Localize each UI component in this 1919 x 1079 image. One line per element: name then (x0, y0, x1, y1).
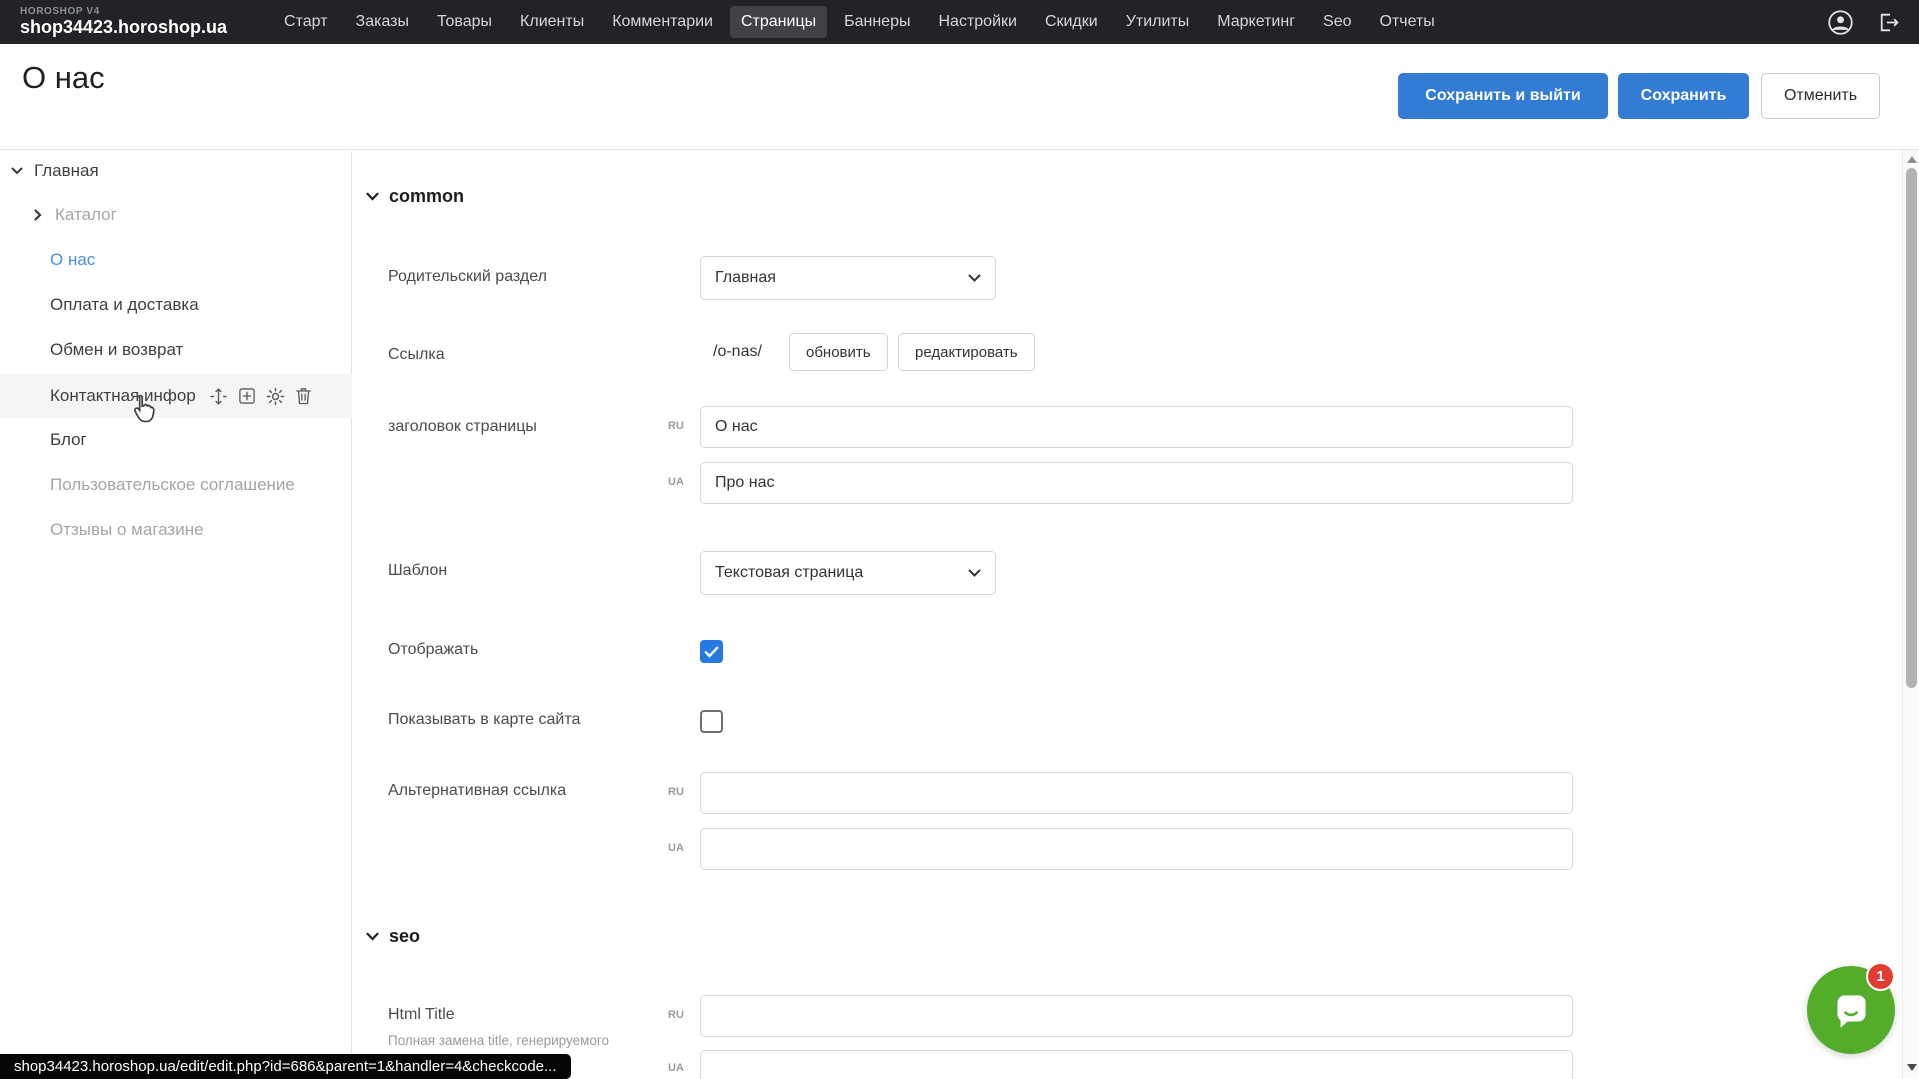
html-title-input-ru[interactable] (700, 995, 1573, 1037)
chevron-down-icon[interactable] (9, 167, 25, 175)
sidebar-item-label: О нас (50, 250, 95, 270)
page-title: О нас (22, 60, 105, 96)
sidebar-item-about[interactable]: О нас (0, 238, 352, 282)
save-and-exit-button[interactable]: Сохранить и выйти (1398, 73, 1608, 119)
sidebar-item-home[interactable]: Главная (0, 149, 352, 193)
page-title-label: заголовок страницы (388, 418, 537, 436)
add-subpage-icon[interactable] (237, 386, 257, 406)
top-nav-bar: HOROSHOP V4 shop34423.horoshop.ua Старт … (0, 0, 1919, 44)
check-icon (704, 646, 719, 658)
save-button[interactable]: Сохранить (1618, 73, 1749, 119)
link-update-button[interactable]: обновить (789, 333, 888, 371)
chevron-down-icon (366, 932, 379, 941)
user-account-icon[interactable] (1827, 9, 1854, 36)
html-title-label: Html Title (388, 1006, 455, 1024)
template-label: Шаблон (388, 562, 447, 580)
chat-unread-badge: 1 (1866, 962, 1895, 991)
section-seo-header[interactable]: seo (366, 926, 420, 947)
link-path-value: /o-nas/ (713, 343, 762, 361)
sitemap-label: Показывать в карте сайта (388, 711, 580, 729)
html-title-input-ua[interactable] (700, 1050, 1573, 1079)
chat-bubble-icon (1826, 985, 1876, 1035)
sidebar-item-user-agreement[interactable]: Пользовательское соглашение (0, 463, 352, 507)
sidebar-item-label: Обмен и возврат (50, 340, 183, 360)
sidebar-item-catalog[interactable]: Каталог (0, 193, 352, 237)
settings-gear-icon[interactable] (265, 386, 286, 407)
scroll-up-arrow[interactable] (1907, 156, 1917, 163)
sidebar-item-label: Оплата и доставка (50, 295, 199, 315)
nav-item-settings[interactable]: Настройки (927, 6, 1027, 38)
parent-section-label: Родительский раздел (388, 268, 547, 286)
nav-item-reports[interactable]: Отчеты (1369, 6, 1446, 38)
nav-item-pages[interactable]: Страницы (730, 6, 827, 38)
sidebar-item-label: Каталог (55, 205, 117, 225)
brand-domain-label: shop34423.horoshop.ua (20, 18, 227, 37)
cancel-button[interactable]: Отменить (1761, 73, 1880, 119)
chevron-right-icon[interactable] (30, 209, 46, 221)
display-checkbox[interactable] (700, 640, 723, 663)
section-common-header[interactable]: common (366, 186, 464, 207)
display-label: Отображать (388, 641, 478, 659)
scrollbar-thumb[interactable] (1906, 168, 1917, 688)
nav-item-seo[interactable]: Seo (1312, 6, 1362, 38)
page-title-input-ru[interactable] (700, 406, 1573, 448)
lang-tag-ru: RU (660, 786, 692, 798)
page-title-input-ua[interactable] (700, 462, 1573, 504)
nav-item-marketing[interactable]: Маркетинг (1206, 6, 1306, 38)
link-label: Ссылка (388, 346, 445, 364)
sidebar-item-contact-info[interactable]: Контактная инфор (0, 374, 352, 418)
delete-trash-icon[interactable] (294, 386, 313, 406)
sidebar-item-label: Главная (34, 161, 99, 181)
chevron-down-icon (968, 274, 981, 282)
link-edit-button[interactable]: редактировать (898, 333, 1035, 371)
main-menu: Старт Заказы Товары Клиенты Комментарии … (273, 6, 1446, 38)
nav-item-banners[interactable]: Баннеры (833, 6, 921, 38)
html-title-hint: Полная замена title, генерируемого (388, 1033, 609, 1048)
alt-link-input-ua[interactable] (700, 828, 1573, 870)
chevron-down-icon (968, 569, 981, 577)
alt-link-input-ru[interactable] (700, 772, 1573, 814)
sidebar-item-store-reviews[interactable]: Отзывы о магазине (0, 508, 352, 552)
lang-tag-ua: UA (660, 1062, 692, 1074)
logout-icon[interactable] (1876, 10, 1901, 35)
sidebar-item-payment-delivery[interactable]: Оплата и доставка (0, 283, 352, 327)
link-preview-statusbar: shop34423.horoshop.ua/edit/edit.php?id=6… (0, 1054, 571, 1079)
template-select[interactable]: Текстовая страница (700, 551, 996, 595)
nav-item-start[interactable]: Старт (273, 6, 338, 38)
main-scrollbar[interactable] (1902, 150, 1919, 1079)
sidebar-item-label: Контактная инфор (50, 386, 196, 406)
lang-tag-ru: RU (660, 1009, 692, 1021)
scroll-down-arrow[interactable] (1907, 1064, 1917, 1071)
sidebar-item-label: Отзывы о магазине (50, 520, 204, 540)
sitemap-checkbox[interactable] (700, 710, 723, 733)
brand-logo[interactable]: HOROSHOP V4 shop34423.horoshop.ua (20, 7, 227, 36)
nav-item-comments[interactable]: Комментарии (601, 6, 724, 38)
lang-tag-ua: UA (660, 842, 692, 854)
chevron-down-icon (366, 192, 379, 201)
sidebar-item-label: Пользовательское соглашение (50, 475, 295, 495)
nav-item-clients[interactable]: Клиенты (509, 6, 595, 38)
alt-link-label: Альтернативная ссылка (388, 782, 566, 800)
nav-item-orders[interactable]: Заказы (345, 6, 420, 38)
horoshop-admin-screen: HOROSHOP V4 shop34423.horoshop.ua Старт … (0, 0, 1919, 1079)
lang-tag-ru: RU (660, 420, 692, 432)
parent-section-select[interactable]: Главная (700, 256, 996, 300)
nav-item-discounts[interactable]: Скидки (1034, 6, 1109, 38)
sidebar-item-exchange-return[interactable]: Обмен и возврат (0, 328, 352, 372)
nav-item-products[interactable]: Товары (426, 6, 503, 38)
lang-tag-ua: UA (660, 476, 692, 488)
nav-item-utilities[interactable]: Утилиты (1115, 6, 1201, 38)
sidebar-item-label: Блог (50, 430, 87, 450)
move-item-icon[interactable] (208, 386, 229, 407)
sidebar-item-blog[interactable]: Блог (0, 418, 352, 462)
